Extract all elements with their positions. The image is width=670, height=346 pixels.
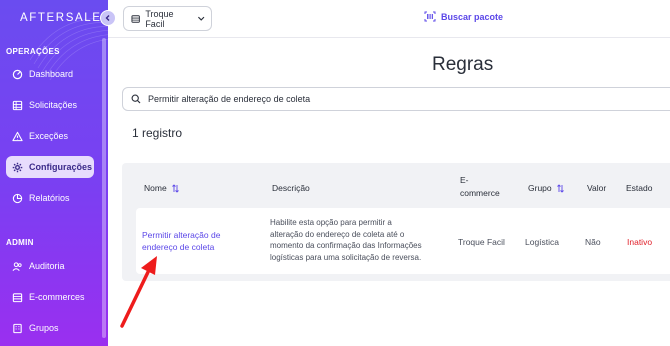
column-header-ecommerce: E- commerce [460, 175, 500, 198]
list-icon [12, 100, 23, 110]
store-select[interactable]: Troque Facil [123, 6, 212, 31]
rule-status: Inativo [627, 237, 653, 247]
rule-group: Logística [525, 237, 560, 247]
rule-name-line: endereço de coleta [142, 242, 215, 252]
column-header-description: Descrição [272, 183, 310, 193]
sidebar-item-solicitacoes[interactable]: Solicitações [6, 94, 94, 116]
sidebar: AFTERSALE OPERAÇÕES Dashboard Solicitaçõ… [0, 0, 108, 346]
column-header-status: Estado [626, 183, 652, 193]
users-icon [12, 261, 22, 271]
sidebar-item-dashboard[interactable]: Dashboard [6, 63, 94, 85]
topbar: Troque Facil Buscar pacote [108, 0, 670, 38]
rules-table: Nome Descrição E- commerce Grupo Valor E… [122, 163, 670, 281]
description-line: momento da confirmação das Informações [270, 241, 422, 250]
rule-description: Habilite esta opção para permitir a alte… [270, 217, 422, 263]
description-line: Habilite esta opção para permitir a [270, 218, 392, 227]
sidebar-item-excecoes[interactable]: Exceções [6, 125, 94, 147]
sidebar-item-label: E-commerces [29, 292, 85, 302]
description-line: logísticas para uma solicitação de rever… [270, 252, 422, 262]
rule-name-line: Permitir alteração de [142, 230, 221, 240]
rule-value: Não [585, 237, 601, 247]
gear-icon [12, 162, 23, 172]
sidebar-item-auditoria[interactable]: Auditoria [6, 255, 94, 277]
track-package-label: Buscar pacote [441, 11, 504, 22]
table-row: Permitir alteração de endereço de coleta… [136, 208, 670, 274]
record-count: 1 registro [132, 126, 183, 140]
sidebar-scrollbar[interactable] [102, 38, 106, 338]
track-package-button[interactable]: Buscar pacote [424, 11, 503, 22]
report-icon [12, 193, 23, 203]
store-select-value: Troque Facil [145, 8, 174, 29]
column-header-label: Descrição [272, 183, 310, 193]
chevron-left-icon [105, 15, 110, 21]
section-label-operacoes: OPERAÇÕES [6, 47, 60, 56]
column-header-label: Nome [144, 183, 167, 193]
sidebar-item-grupos[interactable]: Grupos [6, 317, 94, 339]
sidebar-item-label: Auditoria [29, 261, 65, 271]
column-header-value: Valor [587, 183, 606, 193]
search-input[interactable] [148, 94, 548, 104]
page-title: Regras [432, 54, 494, 75]
sidebar-item-ecommerces[interactable]: E-commerces [6, 286, 94, 308]
column-header-label: Valor [587, 183, 607, 193]
sort-icon[interactable] [556, 183, 565, 193]
sidebar-item-label: Exceções [29, 131, 69, 141]
barcode-scan-icon [424, 11, 436, 22]
sidebar-item-configuracoes[interactable]: Configurações [6, 156, 94, 178]
sidebar-item-label: Solicitações [29, 100, 78, 110]
database-icon [131, 14, 140, 23]
description-line: alteração do endereço de coleta até o [270, 229, 405, 239]
rule-name-link[interactable]: Permitir alteração de endereço de coleta [142, 229, 220, 253]
sort-icon[interactable] [171, 183, 180, 193]
search-icon [131, 94, 141, 104]
column-header-name[interactable]: Nome [144, 183, 180, 193]
sidebar-item-relatorios[interactable]: Relatórios [6, 187, 94, 209]
column-header-label: Grupo [528, 183, 552, 193]
column-header-group[interactable]: Grupo [528, 183, 565, 193]
search-box[interactable] [122, 87, 670, 111]
sidebar-item-label: Relatórios [29, 193, 70, 203]
dashboard-icon [12, 69, 23, 79]
sidebar-item-label: Dashboard [29, 69, 74, 79]
rule-ecommerce: Troque Facil [458, 237, 505, 247]
store-icon [12, 292, 23, 302]
sidebar-item-label: Grupos [29, 323, 59, 333]
column-header-label: Estado [626, 183, 653, 193]
app-logo: AFTERSALE [20, 12, 102, 24]
section-label-admin: ADMIN [6, 238, 34, 247]
column-header-label: E- [460, 175, 469, 185]
sidebar-item-label: Configurações [29, 162, 93, 172]
column-header-label: commerce [460, 188, 500, 198]
warning-icon [12, 131, 23, 141]
chevron-down-icon [197, 16, 204, 21]
building-icon [13, 323, 22, 333]
sidebar-collapse-button[interactable] [100, 10, 116, 26]
main-content: Regras 1 registro Nome Descrição E- comm… [108, 38, 670, 346]
